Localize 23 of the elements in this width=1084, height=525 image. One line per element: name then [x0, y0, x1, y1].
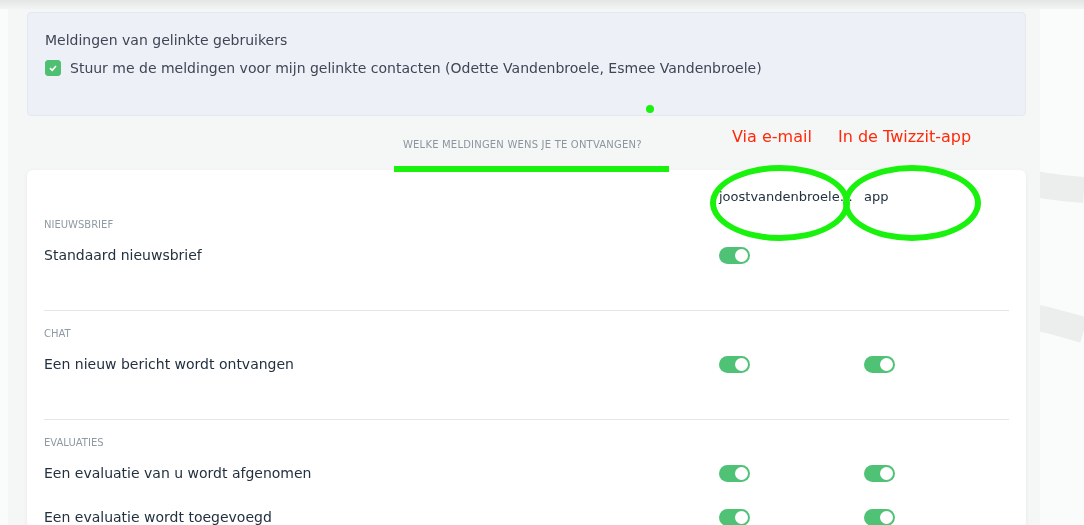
column-header: app: [864, 189, 890, 206]
section-title: EVALUATIES: [44, 437, 105, 450]
annotation-dot: [646, 105, 654, 113]
toggle-switch[interactable]: [719, 355, 750, 373]
setting-label: Een evaluatie van u wordt afgenomen: [44, 465, 313, 481]
toggle-switch[interactable]: [864, 355, 895, 373]
checkbox[interactable]: [45, 60, 61, 76]
setting-label: Een nieuw bericht wordt ontvangen: [44, 356, 295, 372]
panel-title: Meldingen van gelinkte gebruikers: [45, 32, 289, 48]
toggle-switch[interactable]: [864, 508, 895, 525]
toggle-switch[interactable]: [864, 464, 895, 482]
toggle-switch[interactable]: [719, 246, 750, 264]
section-title: NIEUWSBRIEF: [44, 219, 115, 232]
toggle-switch[interactable]: [719, 508, 750, 525]
annotation-text: Via e-mail: [732, 127, 812, 146]
section-heading: WELKE MELDINGEN WENS JE TE ONTVANGEN?: [403, 139, 642, 150]
toggle-switch[interactable]: [719, 464, 750, 482]
section-title: CHAT: [44, 328, 72, 341]
annotation-text: In de Twizzit-app: [838, 127, 972, 146]
setting-label: Een evaluatie wordt toegevoegd: [44, 509, 273, 525]
checkbox-label[interactable]: Stuur me de meldingen voor mijn gelinkte contacten (Odette Vandenbroele, Esmee Vandenbroele): [70, 60, 762, 76]
setting-label: Standaard nieuwsbrief: [44, 247, 203, 263]
checkmark-icon: [48, 63, 58, 73]
